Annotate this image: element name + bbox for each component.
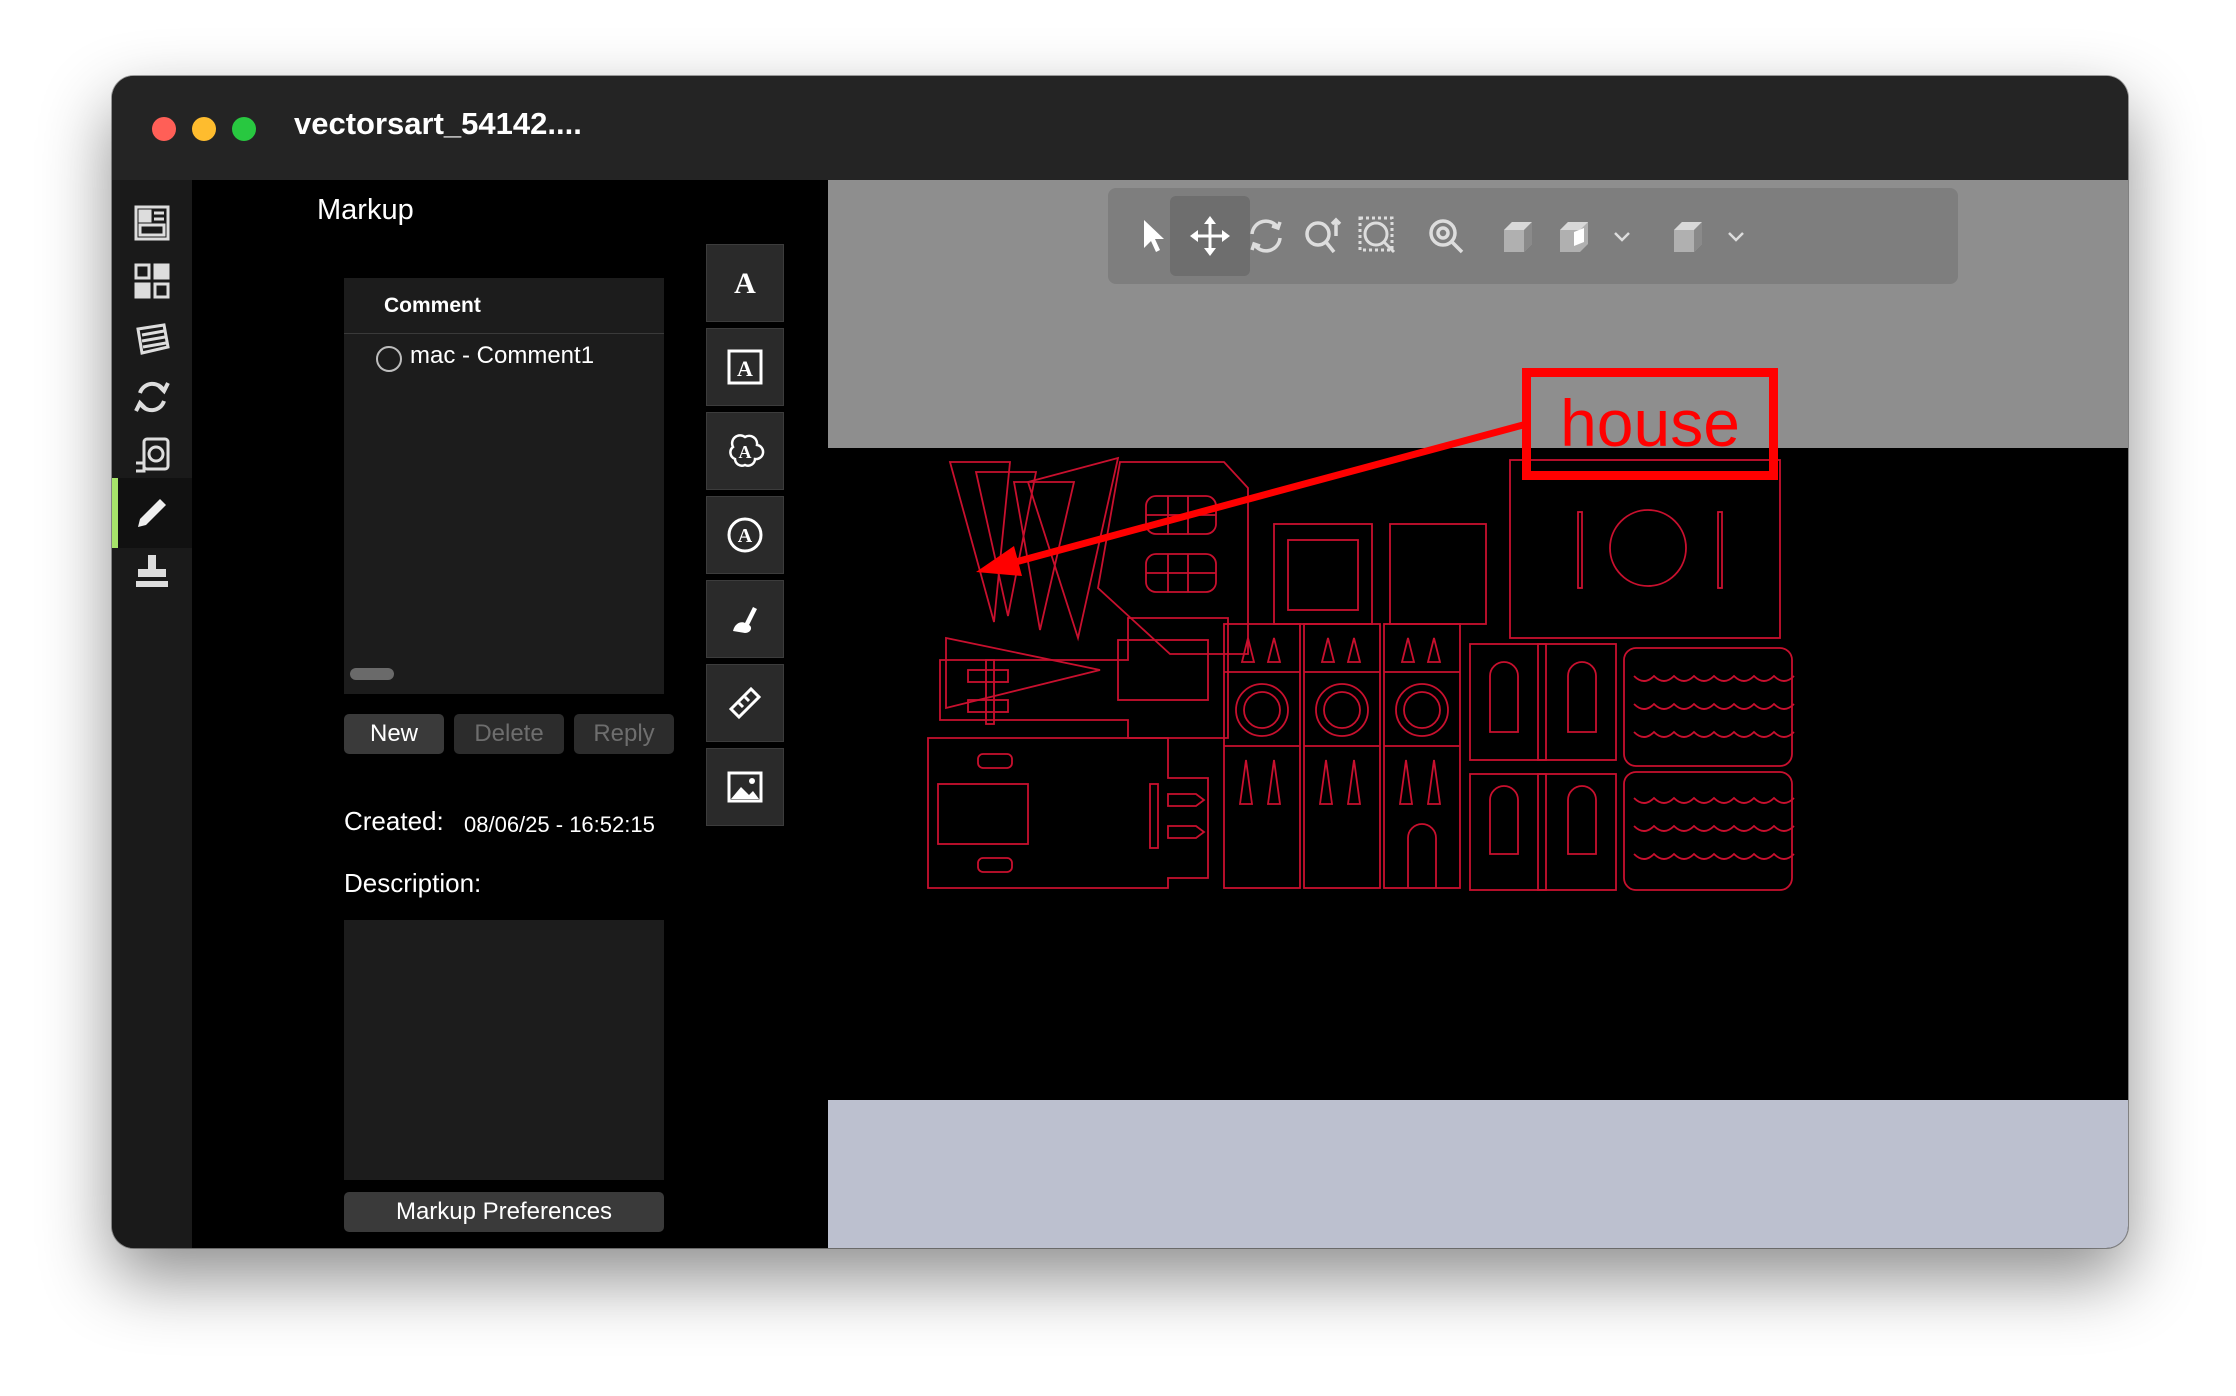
house-drawing [828, 448, 2128, 1100]
section-box-button[interactable] [1534, 196, 1614, 276]
image-icon [727, 771, 763, 803]
created-label: Created: [344, 806, 444, 836]
ruler-tool[interactable] [706, 664, 784, 742]
freehand-icon [733, 607, 757, 633]
reply-comment-button[interactable]: Reply [574, 714, 674, 754]
render-box-button[interactable] [1648, 196, 1728, 276]
description-label: Description: [344, 868, 482, 898]
comment-label: mac - Comment1 [410, 342, 595, 369]
delete-comment-button[interactable]: Delete [454, 714, 564, 754]
text-box-tool[interactable]: A [706, 328, 784, 406]
markup-preferences-button[interactable]: Markup Preferences [344, 1192, 664, 1232]
close-window-button[interactable] [152, 117, 176, 141]
comment-header: Comment [344, 278, 664, 334]
render-box-icon [1674, 222, 1702, 252]
dashboard-panel-icon [134, 205, 170, 241]
svg-text:A: A [738, 525, 753, 547]
app-window: vectorsart_54142.... Markup Comment mac … [112, 76, 2128, 1248]
left-rail [112, 180, 192, 1248]
created-value: 08/06/25 - 16:52:15 [464, 812, 655, 837]
stamp-icon [136, 555, 168, 587]
description-field[interactable] [344, 920, 664, 1180]
new-comment-button[interactable]: New [344, 714, 444, 754]
canvas-area[interactable]: house [828, 180, 2128, 1248]
sync-arrows-icon [134, 381, 170, 413]
comment-list[interactable]: Comment mac - Comment1 [344, 278, 664, 694]
svg-text:A: A [739, 442, 752, 462]
scrollbar[interactable] [350, 668, 394, 680]
comment-radio[interactable] [376, 346, 402, 372]
svg-text:A: A [734, 267, 756, 300]
window-title: vectorsart_54142.... [294, 106, 582, 141]
render-dropdown[interactable] [1722, 216, 1750, 256]
zoom-fit-button[interactable] [1406, 196, 1486, 276]
circle-text-tool[interactable]: A [706, 496, 784, 574]
image-tool[interactable] [706, 748, 784, 826]
markup-panel: Markup Comment mac - Comment1 New Delete… [192, 180, 828, 1248]
list-item[interactable]: mac - Comment1 [376, 340, 594, 372]
cloud-text-icon: A [729, 434, 765, 467]
minimize-window-button[interactable] [192, 117, 216, 141]
section-dropdown[interactable] [1608, 216, 1636, 256]
grid-squares-icon [134, 263, 170, 299]
freehand-tool[interactable] [706, 580, 784, 658]
chevron-down-icon [1614, 232, 1630, 242]
text-icon: A [734, 267, 756, 300]
chevron-down-icon [1728, 232, 1744, 242]
zoom-fit-icon [1429, 219, 1464, 254]
text-tool[interactable]: A [706, 244, 784, 322]
rail-item-stamp[interactable] [112, 536, 192, 606]
stacked-sheets-icon [136, 323, 170, 355]
pencil-icon [138, 499, 166, 527]
ruler-icon [728, 686, 762, 720]
circle-text-icon: A [727, 517, 763, 553]
zoom-window-icon [1358, 216, 1396, 254]
zoom-window-button[interactable] [232, 117, 256, 141]
cloud-text-tool[interactable]: A [706, 412, 784, 490]
annotation-label[interactable]: house [1522, 368, 1778, 480]
panel-title: Markup [317, 194, 414, 226]
viewer-toolbar [1108, 188, 1958, 284]
text-box-icon: A [727, 349, 763, 385]
svg-text:A: A [737, 356, 753, 381]
section-box-icon [1560, 222, 1588, 252]
cursor-icon [1144, 220, 1164, 252]
measure-icon [136, 437, 170, 473]
title-bar: vectorsart_54142.... [112, 76, 2128, 180]
